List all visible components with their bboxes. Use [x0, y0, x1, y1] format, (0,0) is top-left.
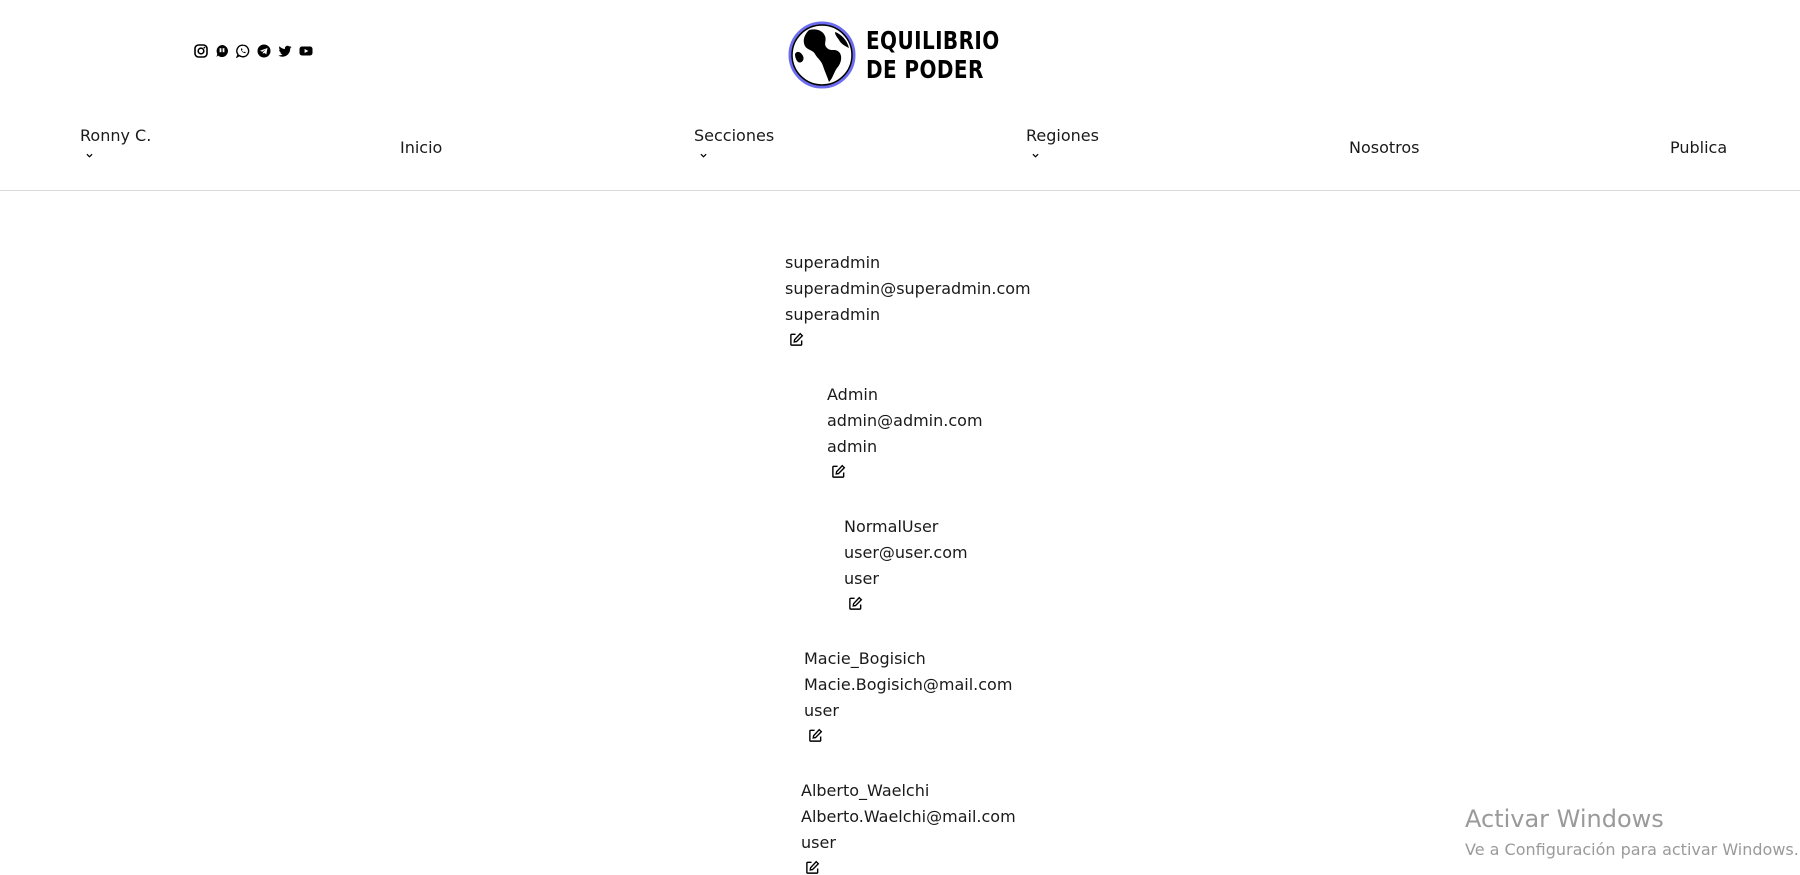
user-email: admin@admin.com — [827, 411, 983, 430]
user-card: superadmin superadmin@superadmin.com sup… — [785, 250, 1031, 347]
nav-user-menu[interactable]: Ronny C. — [80, 126, 151, 159]
telegram-icon[interactable] — [257, 44, 271, 58]
user-name: superadmin — [785, 253, 881, 272]
user-card: Macie_Bogisich Macie.Bogisich@mail.com u… — [804, 646, 1012, 743]
chevron-down-icon — [1032, 153, 1039, 158]
user-role: admin — [827, 437, 878, 456]
nav-regiones-label: Regiones — [1026, 126, 1099, 145]
edit-icon[interactable] — [789, 332, 804, 347]
user-email: Alberto.Waelchi@mail.com — [801, 807, 1016, 826]
site-title-line1: EQUILIBRIO — [866, 26, 1000, 55]
nav-regiones[interactable]: Regiones — [1026, 126, 1099, 159]
windows-activation-watermark: Activar Windows Ve a Configuración para … — [1465, 804, 1799, 861]
youtube-icon[interactable] — [299, 44, 313, 58]
nav-secciones[interactable]: Secciones — [694, 126, 774, 159]
nav-secciones-label: Secciones — [694, 126, 775, 145]
instagram-icon[interactable] — [194, 44, 208, 58]
edit-icon[interactable] — [831, 464, 846, 479]
nav-publica[interactable]: Publica — [1670, 138, 1727, 157]
chevron-down-icon — [700, 153, 707, 158]
site-title-line2: DE PODER — [866, 55, 984, 84]
social-links — [194, 44, 313, 58]
ivoox-icon[interactable] — [215, 44, 229, 58]
user-name: Macie_Bogisich — [804, 649, 926, 668]
user-card: Admin admin@admin.com admin — [827, 382, 983, 479]
user-role: user — [801, 833, 836, 852]
edit-icon[interactable] — [808, 728, 823, 743]
globe-logo-icon — [788, 21, 856, 89]
user-email: superadmin@superadmin.com — [785, 279, 1031, 298]
user-card: NormalUser user@user.com user — [844, 514, 968, 611]
watermark-title: Activar Windows — [1465, 805, 1664, 833]
edit-icon[interactable] — [848, 596, 863, 611]
chevron-down-icon — [86, 153, 93, 158]
whatsapp-icon[interactable] — [236, 44, 250, 58]
nav-user-label: Ronny C. — [80, 126, 152, 145]
watermark-subtitle: Ve a Configuración para activar Windows. — [1465, 840, 1799, 859]
site-title: EQUILIBRIO DE PODER — [866, 26, 1000, 84]
site-header: EQUILIBRIO DE PODER Ronny C. Inicio Secc… — [0, 0, 1800, 191]
user-email: Macie.Bogisich@mail.com — [804, 675, 1013, 694]
twitter-icon[interactable] — [278, 44, 292, 58]
user-role: superadmin — [785, 305, 881, 324]
user-name: Admin — [827, 385, 878, 404]
user-role: user — [844, 569, 879, 588]
user-name: NormalUser — [844, 517, 939, 536]
user-role: user — [804, 701, 839, 720]
user-card: Alberto_Waelchi Alberto.Waelchi@mail.com… — [801, 778, 1016, 875]
user-name: Alberto_Waelchi — [801, 781, 930, 800]
site-logo[interactable]: EQUILIBRIO DE PODER — [787, 20, 1033, 90]
nav-inicio[interactable]: Inicio — [400, 138, 442, 157]
nav-nosotros[interactable]: Nosotros — [1349, 138, 1420, 157]
user-email: user@user.com — [844, 543, 968, 562]
